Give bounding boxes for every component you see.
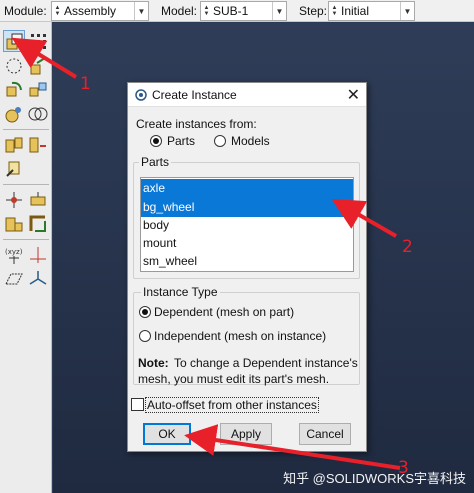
boolean-icon[interactable] (27, 103, 49, 125)
dialog-title-bar[interactable]: Create Instance ✕ (128, 83, 366, 107)
create-from-label: Create instances from: (136, 117, 257, 131)
radio-models-label: Models (231, 134, 270, 148)
linear-pattern-icon[interactable] (27, 30, 49, 52)
auto-offset-checkbox[interactable] (131, 398, 144, 411)
annotation-2: 2 (402, 237, 413, 257)
merge-cut-icon[interactable] (3, 103, 25, 125)
step-select[interactable]: ▲ ▼ Initial ▼ (328, 1, 415, 21)
datum-plane-icon[interactable] (3, 268, 25, 290)
translate-instance-icon[interactable] (27, 55, 49, 77)
parts-group-title: Parts (139, 155, 172, 169)
module-select[interactable]: ▲ ▼ Assembly ▼ (51, 1, 149, 21)
coincident-point-icon[interactable] (3, 213, 25, 235)
close-icon[interactable]: ✕ (347, 85, 360, 105)
dialog-title: Create Instance (152, 88, 237, 102)
rotate-instance-icon[interactable] (3, 79, 25, 101)
model-value: SUB-1 (213, 4, 249, 18)
radio-independent-label: Independent (mesh on instance) (154, 329, 327, 343)
translate-to-icon[interactable] (27, 79, 49, 101)
list-item-body[interactable]: body (141, 216, 353, 235)
instance-type-title: Instance Type (141, 285, 220, 299)
list-item-mount[interactable]: mount (141, 234, 353, 253)
radio-parts-label: Parts (167, 134, 196, 148)
svg-text:(xyz): (xyz) (5, 248, 23, 256)
datum-axis-icon[interactable] (27, 244, 49, 266)
constraint-edge-icon[interactable] (3, 158, 25, 180)
toolbox-divider (3, 129, 49, 130)
list-item-sm-wheel[interactable]: sm_wheel (141, 252, 353, 271)
model-label: Model: (161, 4, 198, 18)
list-item-bg-wheel[interactable]: bg_wheel (141, 198, 353, 217)
radio-parts[interactable] (150, 135, 162, 147)
watermark: 知乎 @SOLIDWORKS宇喜科技 (283, 471, 466, 486)
radio-independent[interactable] (139, 330, 151, 342)
auto-offset-label: Auto-offset from other instances (145, 397, 319, 413)
list-item-axle[interactable]: axle (141, 179, 353, 198)
radial-pattern-icon[interactable] (3, 55, 25, 77)
note-label: Note: (138, 356, 169, 370)
datum-csys-icon[interactable] (27, 268, 49, 290)
spin-arrows-icon: ▲ ▼ (203, 5, 210, 17)
chevron-down-icon[interactable]: ▼ (134, 2, 148, 20)
contact-icon[interactable] (27, 189, 49, 211)
radio-dependent[interactable] (139, 306, 151, 318)
parallel-csys-icon[interactable] (27, 213, 49, 235)
note-line-2: mesh, you must edit its part's mesh. (138, 372, 330, 386)
annotation-1: 1 (80, 74, 91, 94)
note-line-1: To change a Dependent instance's (174, 356, 358, 370)
radio-dependent-label: Dependent (mesh on part) (154, 305, 295, 319)
context-toolbar: Module: ▲ ▼ Assembly ▼ Model: ▲ ▼ SUB-1 ▼ … (0, 0, 474, 22)
constraint-face-to-face-icon[interactable] (27, 134, 49, 156)
ok-button[interactable]: OK (143, 423, 191, 445)
create-instance-tool-icon[interactable] (3, 30, 25, 52)
toolbox-divider (3, 184, 49, 185)
model-select[interactable]: ▲ ▼ SUB-1 ▼ (200, 1, 287, 21)
parts-list[interactable]: axle bg_wheel body mount sm_wheel (140, 177, 354, 272)
toolbox-divider (3, 239, 49, 240)
spin-arrows-icon: ▲ ▼ (54, 5, 61, 17)
constraint-parallel-face-icon[interactable] (3, 134, 25, 156)
chevron-down-icon[interactable]: ▼ (400, 2, 414, 20)
module-toolbox: (xyz) (0, 22, 52, 493)
radio-models[interactable] (214, 135, 226, 147)
module-value: Assembly (64, 4, 117, 18)
step-value: Initial (341, 4, 370, 18)
datum-point-icon[interactable]: (xyz) (3, 244, 25, 266)
step-label: Step: (299, 4, 328, 18)
spin-arrows-icon: ▲ ▼ (331, 5, 338, 17)
module-label: Module: (4, 4, 47, 18)
chevron-down-icon[interactable]: ▼ (272, 2, 286, 20)
coaxial-icon[interactable] (3, 189, 25, 211)
cancel-button[interactable]: Cancel (299, 423, 351, 445)
apply-button[interactable]: Apply (220, 423, 272, 445)
app-icon (135, 89, 147, 101)
